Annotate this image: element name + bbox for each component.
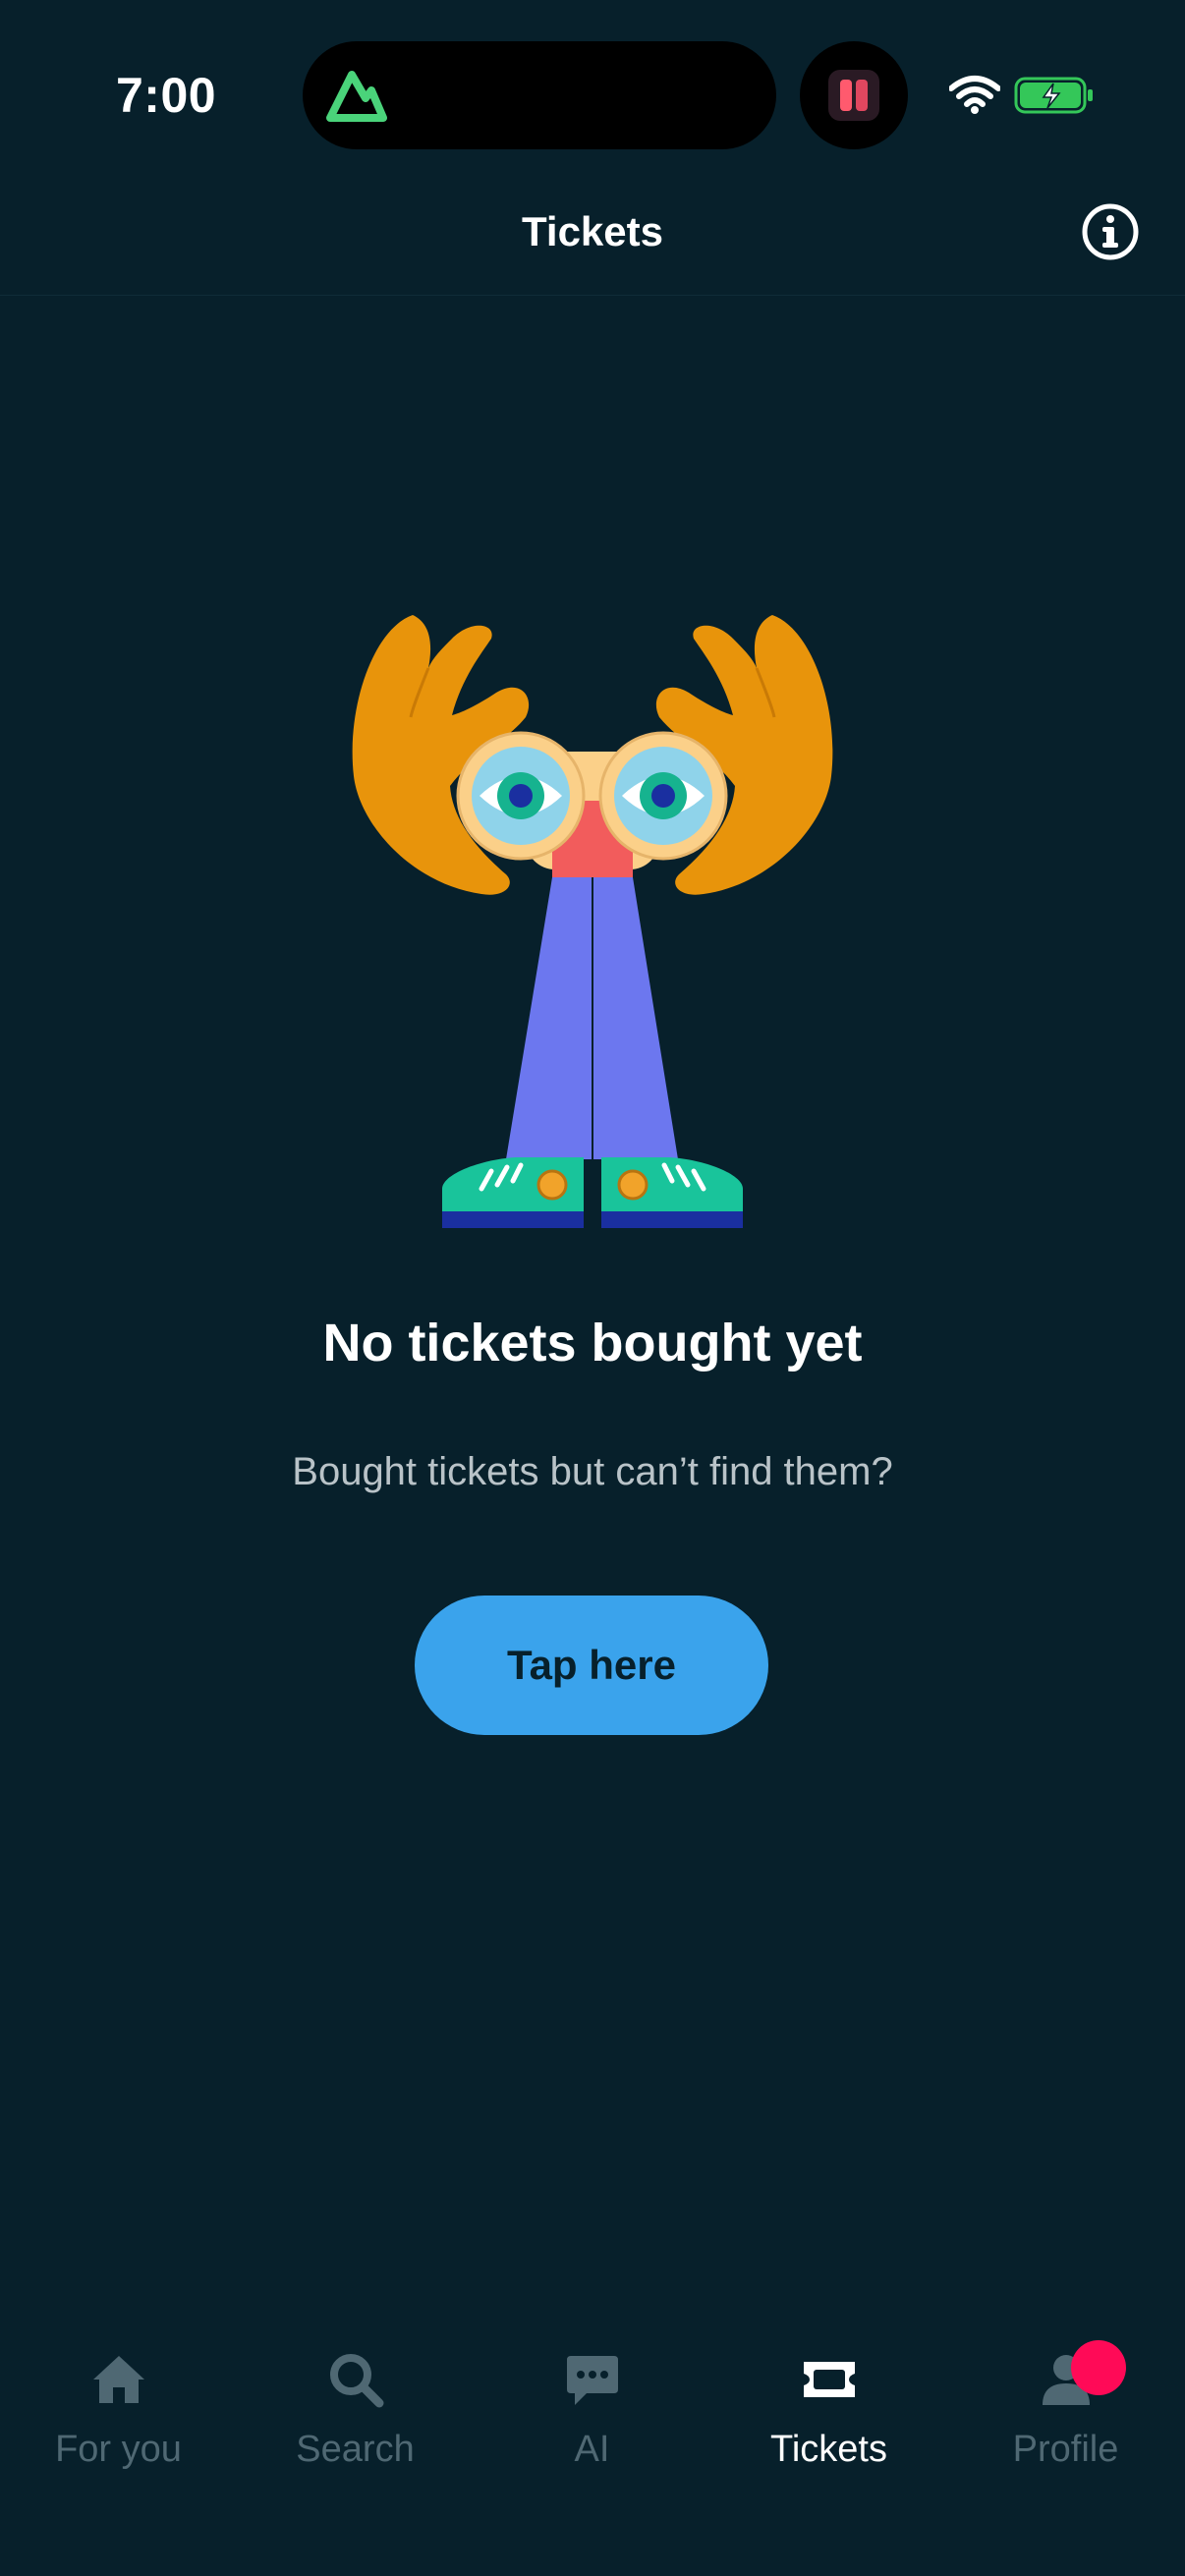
empty-state-title: No tickets bought yet (322, 1314, 863, 1372)
tab-tickets[interactable]: Tickets (710, 2348, 947, 2505)
tickets-screen: 7:00 Tickets No tickets bought yet Bough… (0, 0, 1185, 2576)
dynamic-island (303, 41, 776, 149)
tab-ai[interactable]: AI (474, 2348, 710, 2505)
tab-for-you[interactable]: For you (0, 2348, 237, 2505)
wifi-icon (949, 76, 1000, 114)
battery-charging-icon (1014, 77, 1093, 114)
tap-here-button[interactable]: Tap here (415, 1596, 768, 1735)
live-activity-bubble (800, 41, 908, 149)
info-icon[interactable] (1081, 202, 1140, 261)
ticket-icon (803, 2362, 855, 2397)
mountain-app-icon (326, 71, 387, 122)
status-time: 7:00 (116, 68, 217, 123)
search-icon (329, 2354, 383, 2408)
home-icon (92, 2356, 144, 2403)
tab-label: For you (55, 2429, 182, 2470)
app-live-activity-icon (828, 70, 879, 121)
tab-label: Tickets (770, 2429, 887, 2470)
tab-label: AI (574, 2429, 610, 2470)
tab-search[interactable]: Search (237, 2348, 474, 2505)
empty-state-subtitle: Bought tickets but can’t find them? (292, 1450, 893, 1493)
tab-label: Search (296, 2429, 415, 2470)
bottom-tab-bar: For you Search AI Tickets Profile (0, 2309, 1185, 2576)
page-title: Tickets (522, 208, 663, 254)
tab-label: Profile (1012, 2429, 1119, 2470)
tab-profile[interactable]: Profile (947, 2348, 1184, 2505)
notification-badge (1071, 2340, 1126, 2395)
binoculars-character-illustration (352, 615, 833, 1228)
top-bar: Tickets (0, 177, 1185, 296)
chat-bubble-icon (566, 2356, 618, 2405)
